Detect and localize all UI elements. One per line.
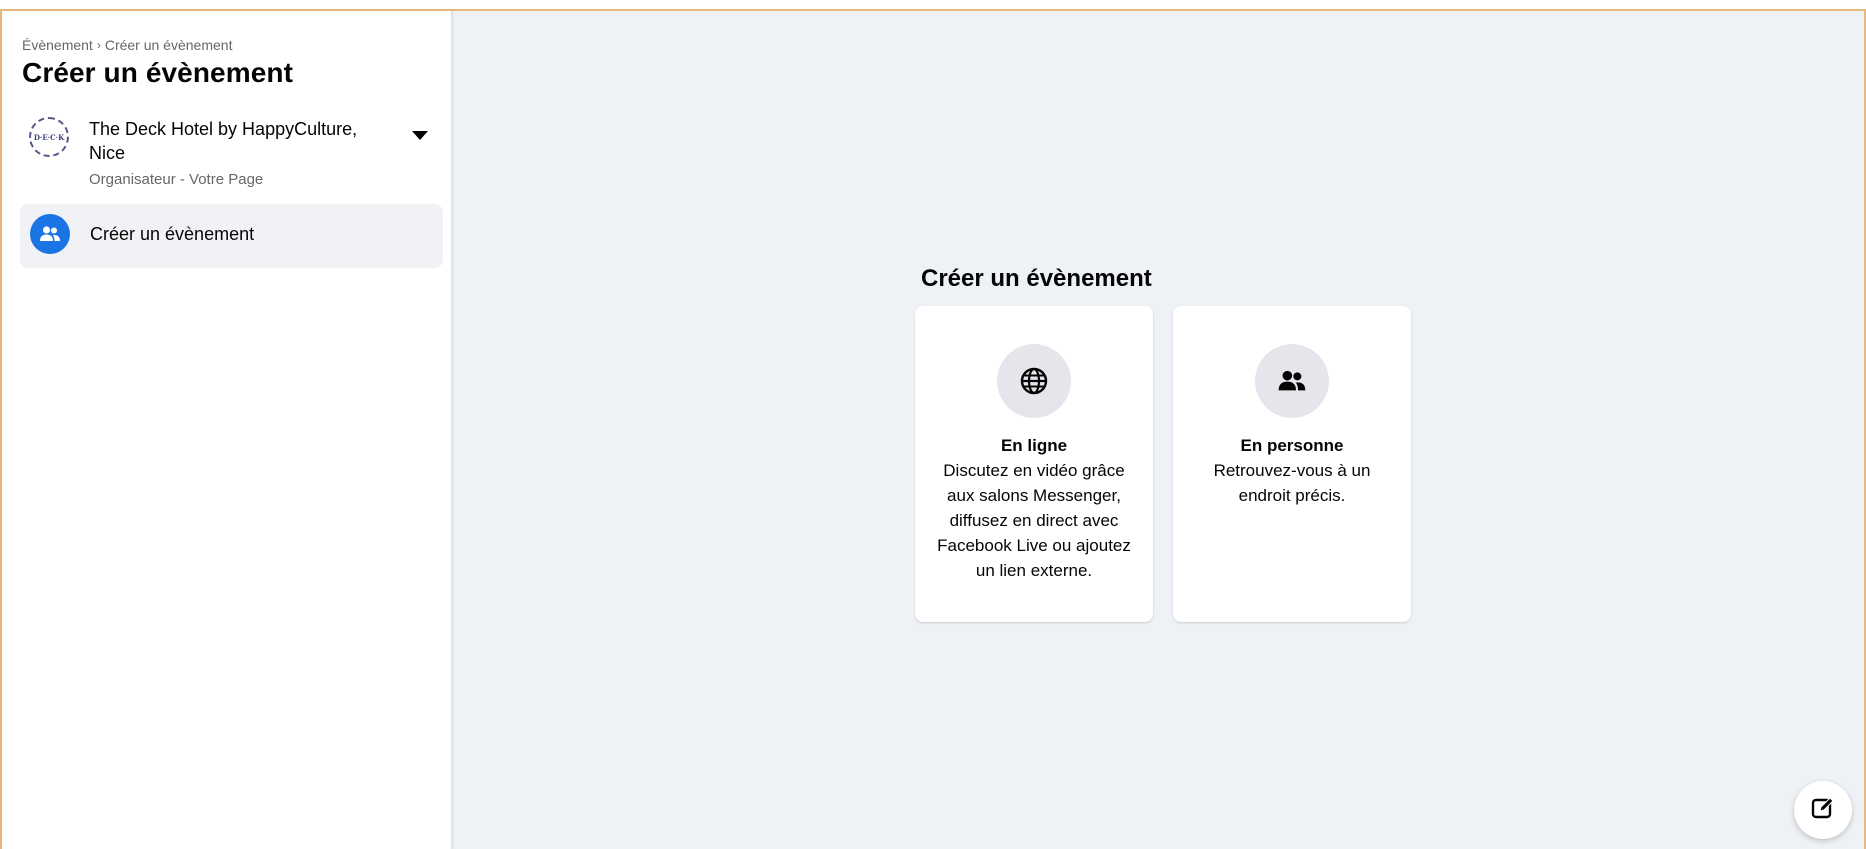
- compose-icon: [1810, 795, 1836, 826]
- sidebar-item-label: Créer un évènement: [90, 224, 255, 244]
- compose-button[interactable]: [1794, 781, 1852, 839]
- card-description: Retrouvez-vous à un endroit précis.: [1213, 461, 1371, 505]
- in-person-event-card[interactable]: En personne Retrouvez-vous à un endroit …: [1173, 306, 1411, 622]
- breadcrumb: Évènement › Créer un évènement: [22, 37, 441, 53]
- caret-down-icon[interactable]: [412, 131, 428, 140]
- main-content: Créer un évènement En ligne Discutez en …: [452, 11, 1864, 849]
- top-strip: [0, 0, 1866, 9]
- sidebar: Évènement › Créer un évènement Créer un …: [2, 11, 452, 849]
- host-page-name: The Deck Hotel by HappyCulture, Nice: [89, 119, 358, 163]
- section-title: Créer un évènement: [921, 265, 1152, 292]
- window-frame: Évènement › Créer un évènement Créer un …: [0, 9, 1866, 849]
- page-title: Créer un évènement: [22, 57, 294, 88]
- breadcrumb-current: Créer un évènement: [104, 37, 233, 53]
- card-title: En personne: [1240, 436, 1344, 455]
- page-avatar-logo: D·E·C·K: [33, 132, 65, 142]
- host-page-selector[interactable]: D·E·C·K The Deck Hotel by HappyCulture, …: [22, 117, 441, 188]
- page-avatar: D·E·C·K: [29, 117, 69, 157]
- people-icon: [30, 214, 70, 254]
- breadcrumb-parent[interactable]: Évènement: [22, 37, 93, 53]
- card-description: Discutez en vidéo grâce aux salons Messe…: [937, 461, 1131, 580]
- host-page-role: Organisateur - Votre Page: [89, 171, 264, 188]
- card-title: En ligne: [1000, 436, 1068, 455]
- sidebar-item-create-event[interactable]: Créer un évènement: [20, 204, 443, 268]
- online-event-card[interactable]: En ligne Discutez en vidéo grâce aux sal…: [915, 306, 1153, 622]
- people-icon: [1255, 344, 1329, 418]
- globe-icon: [997, 344, 1071, 418]
- host-page-info: The Deck Hotel by HappyCulture, Nice Org…: [89, 117, 389, 188]
- breadcrumb-separator: ›: [96, 38, 101, 52]
